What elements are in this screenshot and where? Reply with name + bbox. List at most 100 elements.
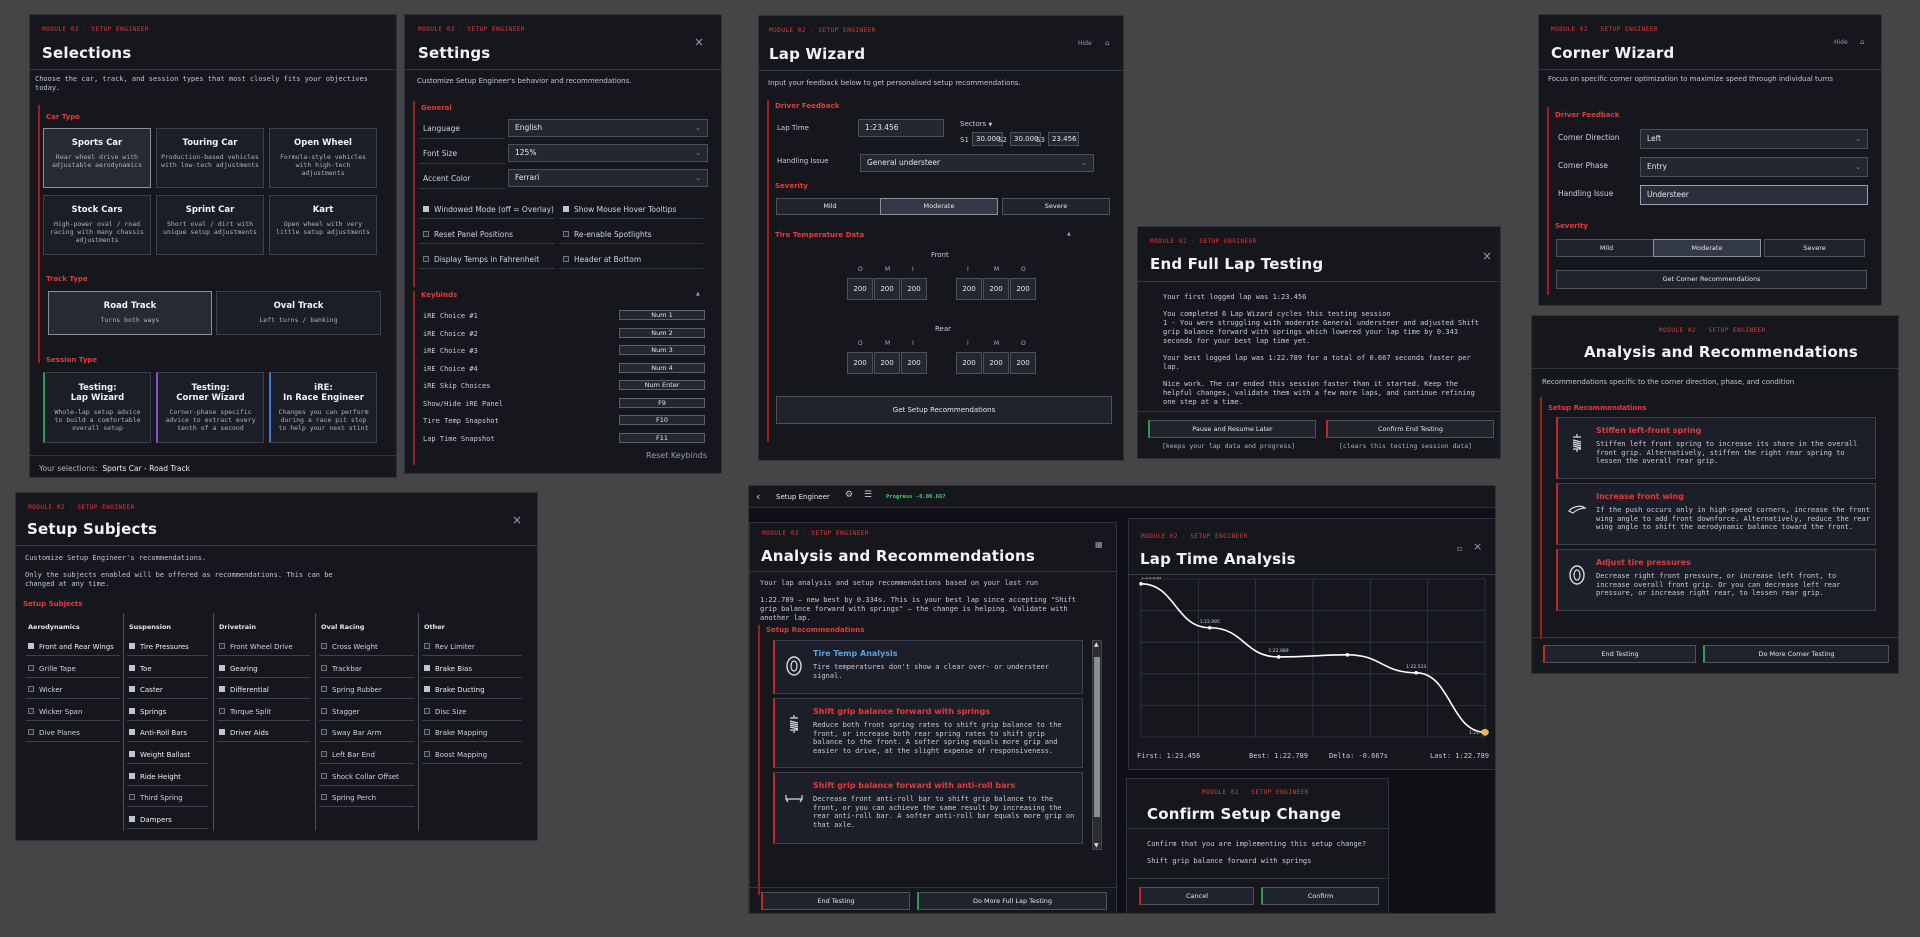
subject-checkbox[interactable]: Spring Perch: [321, 794, 376, 802]
subject-checkbox[interactable]: Rev Limiter: [424, 643, 475, 651]
subject-checkbox[interactable]: Differential: [219, 686, 269, 694]
front-tire-temp-input[interactable]: 200: [1010, 278, 1036, 300]
subject-checkbox[interactable]: Toe: [129, 664, 152, 673]
subject-checkbox[interactable]: Stagger: [321, 707, 360, 716]
subject-checkbox[interactable]: Weight Ballast: [129, 751, 190, 759]
pause-resume-button[interactable]: Pause and Resume Later: [1148, 420, 1316, 438]
close-icon[interactable]: ×: [694, 35, 704, 49]
setting-checkbox[interactable]: Display Temps in Fahrenheit: [423, 255, 539, 264]
keybind-key[interactable]: F10: [619, 415, 705, 425]
tire-collapse-icon[interactable]: ▲: [1067, 231, 1071, 237]
car-card[interactable]: Sprint Car Short oval / dirt with unique …: [156, 195, 264, 255]
corner-field-select[interactable]: Left ⌄: [1640, 129, 1868, 149]
setting-checkbox[interactable]: Show Mouse Hover Tooltips: [563, 205, 676, 214]
subject-checkbox[interactable]: Spring Rubber: [321, 686, 382, 694]
corner-field-select[interactable]: Understeer: [1640, 185, 1868, 205]
lock-icon[interactable]: ⌂: [1105, 39, 1109, 47]
session-card[interactable]: Testing: Corner Wizard Corner-phase specif…: [156, 372, 264, 443]
subject-checkbox[interactable]: Disc Size: [424, 707, 466, 716]
car-card[interactable]: Stock Cars High-power oval / road racing …: [43, 195, 151, 255]
subject-checkbox[interactable]: Ride Height: [129, 772, 181, 781]
subject-checkbox[interactable]: Wicker: [28, 686, 63, 694]
keybind-key[interactable]: Num 4: [619, 362, 705, 373]
subject-checkbox[interactable]: Torque Split: [219, 707, 271, 716]
corner-field-select[interactable]: Entry ⌄: [1640, 157, 1868, 177]
setting-checkbox[interactable]: Reset Panel Positions: [423, 230, 513, 239]
keybind-key[interactable]: Num 2: [619, 327, 705, 338]
subject-checkbox[interactable]: Left Bar End: [321, 751, 375, 759]
maximize-icon[interactable]: ▫: [1457, 544, 1462, 553]
recommendation-card[interactable]: Shift grip balance forward with springs R…: [773, 698, 1083, 768]
confirm-end-button[interactable]: Confirm End Testing: [1326, 420, 1494, 438]
close-icon[interactable]: ×: [512, 513, 522, 527]
lap-time-input[interactable]: 1:23.456: [858, 119, 944, 137]
subject-checkbox[interactable]: Gearing: [219, 664, 258, 673]
severity-mild-button[interactable]: Mild: [1556, 239, 1657, 257]
setting-select[interactable]: 125% ⌄: [508, 144, 708, 162]
subject-checkbox[interactable]: Driver Aids: [219, 729, 269, 737]
subject-checkbox[interactable]: Dampers: [129, 815, 172, 824]
handling-select[interactable]: General understeer ⌄: [860, 154, 1094, 172]
rear-tire-temp-input[interactable]: 200: [901, 352, 927, 374]
recommendation-card[interactable]: Tire Temp Analysis Tire temperatures don'…: [773, 640, 1083, 694]
keybinds-collapse-icon[interactable]: ▲: [696, 291, 700, 297]
recommendation-card[interactable]: Adjust tire pressures Decrease right fron…: [1556, 549, 1876, 611]
subject-checkbox[interactable]: Trackbar: [321, 664, 362, 673]
more-lap-testing-button[interactable]: Do More Full Lap Testing: [917, 892, 1107, 910]
car-card[interactable]: Sports Car Rear wheel drive with adjustab…: [43, 128, 151, 188]
car-card[interactable]: Open Wheel Formula-style vehicles with hi…: [269, 128, 377, 188]
session-card[interactable]: Testing: Lap Wizard Whole-lap setup advice…: [43, 372, 151, 443]
front-tire-temp-input[interactable]: 200: [847, 278, 873, 300]
subject-checkbox[interactable]: Front Wheel Drive: [219, 643, 293, 651]
close-icon[interactable]: ×: [1473, 540, 1482, 553]
keybind-key[interactable]: F9: [619, 397, 705, 408]
setting-checkbox[interactable]: Windowed Mode (off = Overlay): [423, 205, 554, 214]
front-tire-temp-input[interactable]: 200: [956, 278, 982, 300]
get-corner-recs-button[interactable]: Get Corner Recommendations: [1556, 270, 1867, 289]
front-tire-temp-input[interactable]: 200: [983, 278, 1009, 300]
subject-checkbox[interactable]: Third Spring: [129, 794, 183, 802]
menu-icon[interactable]: ☰: [864, 490, 872, 500]
session-card[interactable]: iRE: In Race Engineer Changes you can perf…: [269, 372, 377, 443]
rear-tire-temp-input[interactable]: 200: [1010, 352, 1036, 374]
rear-tire-temp-input[interactable]: 200: [847, 352, 873, 374]
severity-severe-button[interactable]: Severe: [1002, 198, 1110, 215]
severity-mild-button[interactable]: Mild: [776, 198, 884, 215]
keybind-key[interactable]: F11: [619, 432, 705, 443]
subject-checkbox[interactable]: Front and Rear Wings: [28, 643, 114, 651]
front-tire-temp-input[interactable]: 200: [901, 278, 927, 300]
subject-checkbox[interactable]: Cross Weight: [321, 643, 378, 651]
lock-icon[interactable]: ⌂: [1860, 38, 1864, 46]
cancel-button[interactable]: Cancel: [1139, 887, 1254, 905]
subject-checkbox[interactable]: Shock Collar Offset: [321, 772, 399, 781]
rear-tire-temp-input[interactable]: 200: [874, 352, 900, 374]
subject-checkbox[interactable]: Sway Bar Arm: [321, 729, 381, 737]
subject-checkbox[interactable]: Springs: [129, 707, 166, 716]
recommendation-card[interactable]: Stiffen left-front spring Stiffen left fr…: [1556, 417, 1876, 479]
track-card[interactable]: Road Track Turns both ways: [48, 291, 212, 335]
severity-moderate-button[interactable]: Moderate: [880, 198, 998, 215]
severity-moderate-button[interactable]: Moderate: [1653, 239, 1761, 257]
setting-select[interactable]: Ferrari ⌄: [508, 169, 708, 187]
rear-tire-temp-input[interactable]: 200: [956, 352, 982, 374]
gear-icon[interactable]: ⚙: [845, 490, 853, 500]
hide-button[interactable]: Hide: [1834, 39, 1848, 46]
export-icon[interactable]: ▦: [1095, 540, 1103, 549]
keybind-key[interactable]: Num Enter: [619, 380, 705, 390]
subject-checkbox[interactable]: Brake Mapping: [424, 729, 487, 737]
reset-keybinds-button[interactable]: Reset Keybinds: [646, 451, 707, 460]
sector-input[interactable]: 23.456: [1048, 132, 1079, 146]
setting-select[interactable]: English ⌄: [508, 119, 708, 137]
end-testing-button[interactable]: End Testing: [1543, 645, 1696, 663]
setting-checkbox[interactable]: Re-enable Spotlights: [563, 230, 652, 239]
subject-checkbox[interactable]: Caster: [129, 686, 163, 694]
rear-tire-temp-input[interactable]: 200: [983, 352, 1009, 374]
keybind-key[interactable]: Num 3: [619, 345, 705, 355]
keybind-key[interactable]: Num 1: [619, 310, 705, 320]
setting-checkbox[interactable]: Header at Bottom: [563, 255, 641, 264]
recommendation-card[interactable]: Shift grip balance forward with anti-rol…: [773, 772, 1083, 844]
subject-checkbox[interactable]: Dive Planes: [28, 729, 80, 737]
severity-severe-button[interactable]: Severe: [1764, 239, 1865, 257]
subject-checkbox[interactable]: Grille Tape: [28, 664, 76, 673]
close-icon[interactable]: ×: [1482, 249, 1492, 263]
